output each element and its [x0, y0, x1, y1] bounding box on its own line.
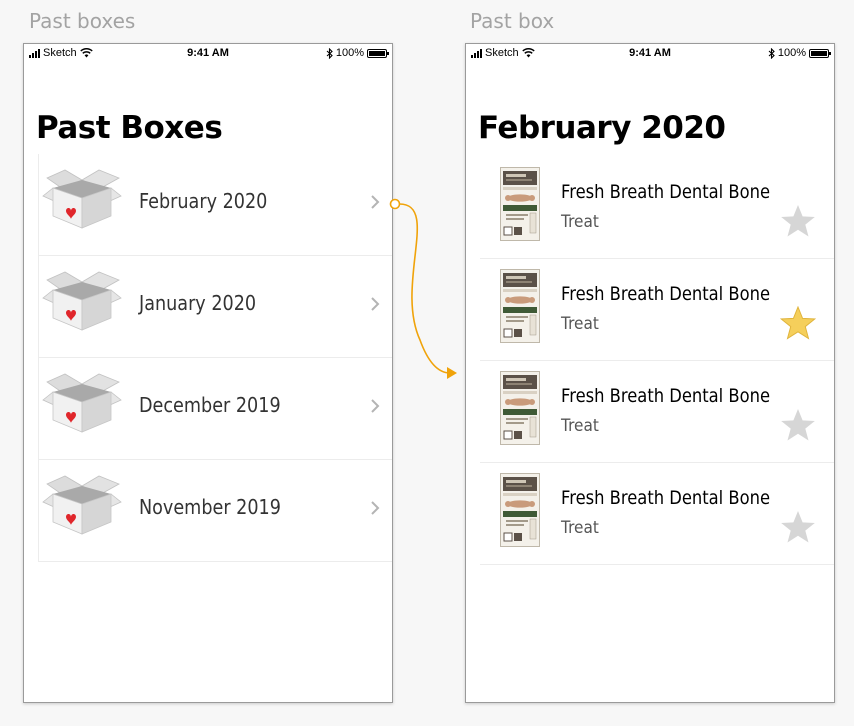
- product-row[interactable]: Fresh Breath Dental Bone Treat: [480, 259, 834, 361]
- status-bar: Sketch 9:41 AM 100%: [24, 44, 392, 64]
- chevron-right-icon: [371, 501, 380, 515]
- battery-percent: 100%: [335, 47, 364, 59]
- box-items-list: Fresh Breath Dental Bone Treat Fresh Bre…: [480, 157, 834, 565]
- product-image: [500, 371, 540, 445]
- product-type: Treat: [561, 314, 599, 334]
- star-icon[interactable]: [780, 204, 816, 238]
- product-name: Fresh Breath Dental Bone: [561, 181, 771, 203]
- product-row[interactable]: Fresh Breath Dental Bone Treat: [480, 157, 834, 259]
- past-box-label: January 2020: [139, 291, 257, 315]
- status-bar: Sketch 9:41 AM 100%: [466, 44, 834, 64]
- page-title: Past Boxes: [36, 110, 223, 146]
- page-title: February 2020: [478, 110, 726, 146]
- artboard-label-past-boxes: Past boxes: [29, 9, 136, 33]
- chevron-right-icon: [371, 399, 380, 413]
- past-box-row[interactable]: February 2020: [38, 154, 392, 256]
- product-row[interactable]: Fresh Breath Dental Bone Treat: [480, 361, 834, 463]
- bluetooth-icon: [326, 47, 333, 59]
- battery-percent: 100%: [777, 47, 806, 59]
- box-icon: [42, 373, 122, 433]
- past-boxes-screen: Sketch 9:41 AM 100% Past Boxes February …: [23, 43, 393, 703]
- past-box-row[interactable]: November 2019: [38, 460, 392, 562]
- battery-icon: [809, 48, 831, 58]
- product-type: Treat: [561, 212, 599, 232]
- product-row[interactable]: Fresh Breath Dental Bone Treat: [480, 463, 834, 565]
- product-name: Fresh Breath Dental Bone: [561, 487, 771, 509]
- artboard-label-past-box: Past box: [470, 9, 555, 33]
- star-icon[interactable]: [780, 510, 816, 544]
- past-boxes-list: February 2020 January 2020 December 2019…: [38, 154, 392, 562]
- star-icon[interactable]: [780, 306, 816, 340]
- product-type: Treat: [561, 416, 599, 436]
- bluetooth-icon: [768, 47, 775, 59]
- chevron-right-icon: [371, 297, 380, 311]
- product-image: [500, 473, 540, 547]
- past-box-label: February 2020: [139, 189, 268, 213]
- product-type: Treat: [561, 518, 599, 538]
- past-box-row[interactable]: December 2019: [38, 358, 392, 460]
- chevron-right-icon: [371, 195, 380, 209]
- star-icon[interactable]: [780, 408, 816, 442]
- past-box-detail-screen: Sketch 9:41 AM 100% February 2020 Fresh …: [465, 43, 835, 703]
- product-name: Fresh Breath Dental Bone: [561, 283, 771, 305]
- box-icon: [42, 271, 122, 331]
- past-box-label: November 2019: [139, 495, 281, 519]
- flow-arrow-connector: [389, 198, 457, 379]
- product-image: [500, 167, 540, 241]
- box-icon: [42, 475, 122, 535]
- product-image: [500, 269, 540, 343]
- product-name: Fresh Breath Dental Bone: [561, 385, 771, 407]
- past-box-label: December 2019: [139, 393, 281, 417]
- box-icon: [42, 169, 122, 229]
- past-box-row[interactable]: January 2020: [38, 256, 392, 358]
- battery-icon: [367, 48, 389, 58]
